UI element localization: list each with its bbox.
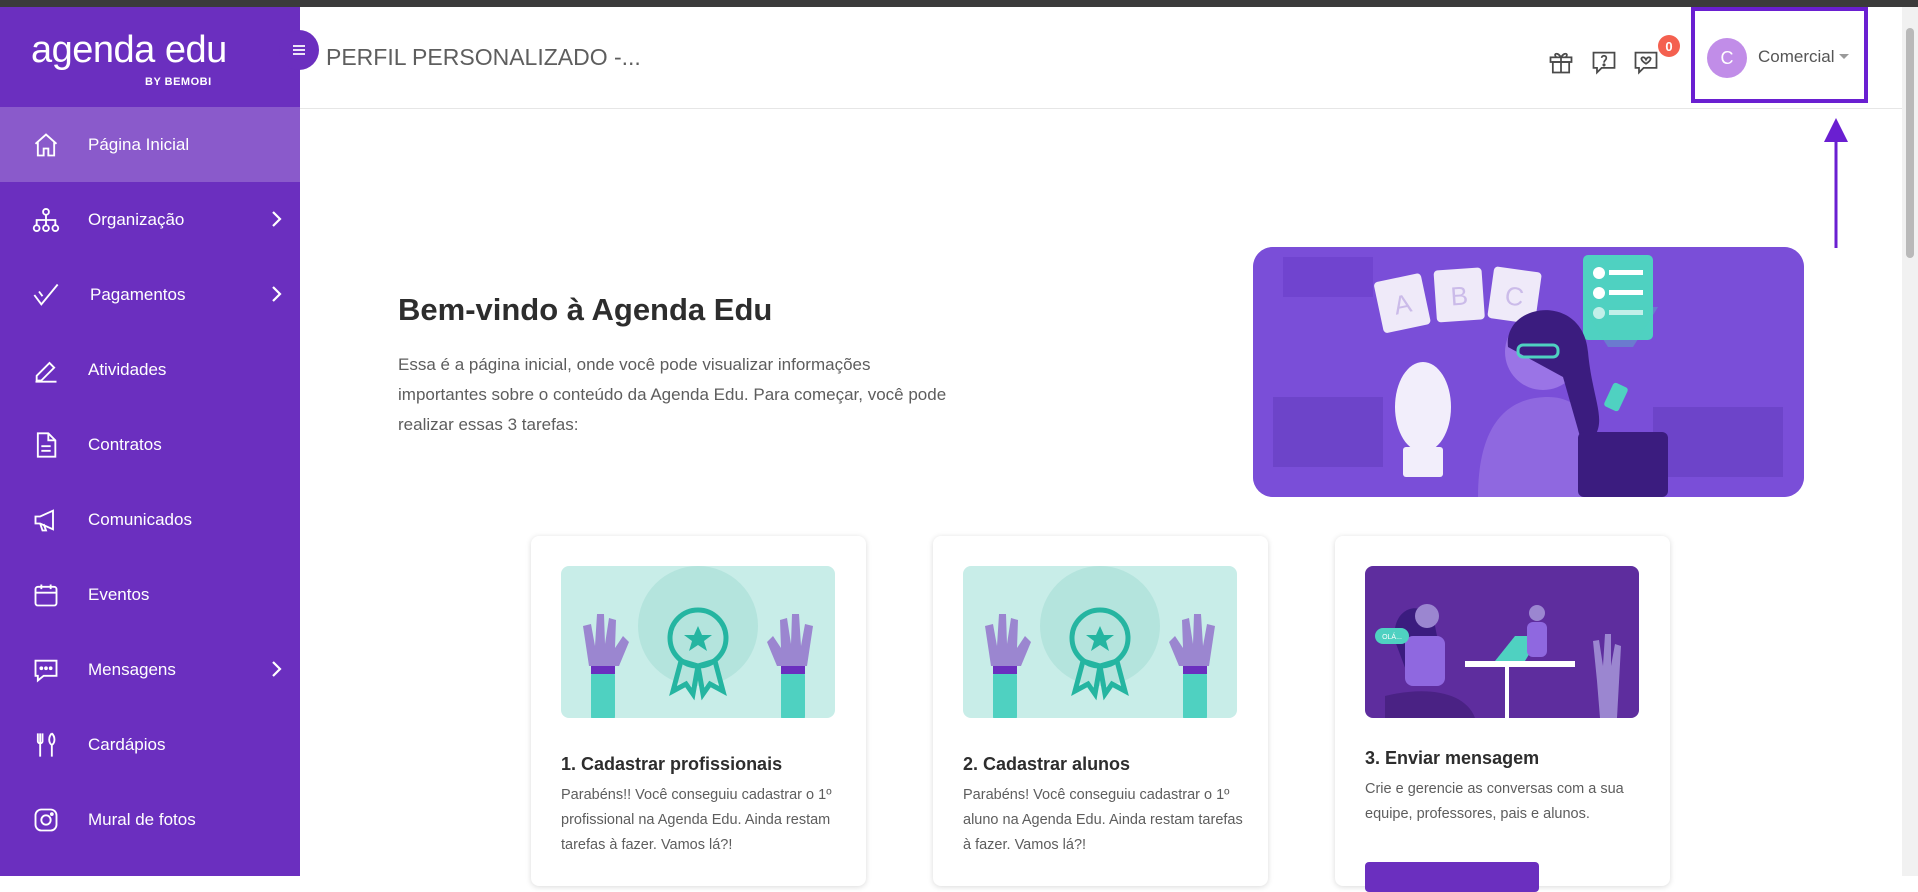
page-title: PERFIL PERSONALIZADO -...: [326, 44, 641, 70]
notification-badge: 0: [1658, 35, 1680, 57]
sidebar-item-mural-de-fotos[interactable]: Mural de fotos: [0, 782, 300, 857]
chat-icon: [34, 659, 58, 683]
pencil-icon: [35, 361, 57, 383]
org-icon: [32, 207, 60, 233]
document-icon: [36, 432, 57, 458]
sidebar-item-mensagens[interactable]: Mensagens: [0, 632, 300, 707]
messages-icon[interactable]: [1632, 48, 1660, 76]
menu-toggle-button[interactable]: [279, 30, 319, 70]
sidebar-item-label: Cardápios: [88, 734, 166, 754]
scrollbar-thumb[interactable]: [1906, 28, 1914, 258]
annotation-arrow-icon: [1824, 118, 1848, 248]
brand-sub: BY BEMOBI: [145, 76, 212, 88]
calendar-icon: [34, 584, 58, 607]
sidebar-item-cardapios[interactable]: Cardápios: [0, 707, 300, 782]
top-header: PERFIL PERSONALIZADO -... 0 C Comercial: [300, 7, 1918, 109]
sidebar-item-atividades[interactable]: Atividades: [0, 332, 300, 407]
home-icon: [34, 133, 58, 157]
sidebar-item-label: Mural de fotos: [88, 809, 196, 829]
check-icon: [33, 283, 59, 306]
cutlery-icon: [36, 732, 56, 757]
card-text: Crie e gerencie as conversas com a sua e…: [1365, 781, 1624, 822]
browser-edge: [0, 0, 1918, 7]
sidebar-item-label: Pagamentos: [90, 284, 186, 304]
sidebar-nav: Página Inicial Organização Pagamentos At…: [0, 107, 300, 857]
sidebar-item-contratos[interactable]: Contratos: [0, 407, 300, 482]
task-card-alunos: 2. Cadastrar alunos Parabéns! Você conse…: [933, 536, 1268, 886]
camera-icon: [34, 808, 58, 832]
card-illustration: [963, 566, 1237, 718]
sidebar-item-pagamentos[interactable]: Pagamentos: [0, 257, 300, 332]
card-illustration: OLÁ...: [1365, 566, 1639, 718]
card-title: 1. Cadastrar profissionais: [561, 754, 783, 774]
sidebar-item-label: Organização: [88, 209, 185, 229]
brand-logo[interactable]: agenda edu BY BEMOBI: [31, 29, 231, 99]
sidebar-item-label: Comunicados: [88, 509, 192, 529]
sidebar-item-label: Eventos: [88, 584, 150, 604]
card-text: Parabéns! Você conseguiu cadastrar o 1º …: [963, 787, 1243, 853]
chevron-right-icon: [272, 286, 282, 302]
sidebar-item-label: Atividades: [88, 359, 167, 379]
user-name: Comercial: [1758, 47, 1835, 66]
sidebar: agenda edu BY BEMOBI Página Inicial Orga…: [0, 7, 300, 876]
welcome-title: Bem-vindo à Agenda Edu: [398, 292, 773, 327]
welcome-text: Essa é a página inicial, onde você pode …: [398, 355, 947, 434]
chevron-right-icon: [272, 661, 282, 677]
gift-icon[interactable]: [1547, 48, 1575, 76]
hamburger-icon: [293, 45, 305, 55]
help-icon[interactable]: [1590, 48, 1618, 76]
sidebar-item-label: Página Inicial: [88, 134, 190, 154]
card-title: 2. Cadastrar alunos: [963, 754, 1131, 774]
sidebar-item-organizacao[interactable]: Organização: [0, 182, 300, 257]
sidebar-item-pagina-inicial[interactable]: Página Inicial: [0, 107, 300, 182]
user-menu[interactable]: C Comercial: [1691, 7, 1868, 103]
task-card-profissionais: 1. Cadastrar profissionais Parabéns!! Vo…: [531, 536, 866, 886]
chevron-right-icon: [272, 211, 282, 227]
chat-bubble-text: OLÁ...: [1382, 632, 1402, 641]
card-title: 3. Enviar mensagem: [1365, 748, 1540, 768]
sidebar-item-eventos[interactable]: Eventos: [0, 557, 300, 632]
caret-down-icon: [1839, 54, 1849, 59]
card-text: Parabéns!! Você conseguiu cadastrar o 1º…: [561, 787, 832, 853]
send-message-button[interactable]: [1365, 862, 1539, 892]
hero-letter-b: B: [1450, 280, 1469, 311]
sidebar-item-comunicados[interactable]: Comunicados: [0, 482, 300, 557]
task-card-mensagem: OLÁ... 3. Enviar mensagem Crie e gerenci…: [1335, 536, 1670, 892]
sidebar-item-label: Mensagens: [88, 659, 176, 679]
card-illustration: [561, 566, 835, 718]
avatar: C: [1707, 38, 1747, 78]
brand-name: agenda edu: [31, 29, 227, 71]
megaphone-icon: [34, 509, 54, 532]
hero-illustration: A B C: [1253, 247, 1804, 497]
sidebar-item-label: Contratos: [88, 434, 162, 454]
